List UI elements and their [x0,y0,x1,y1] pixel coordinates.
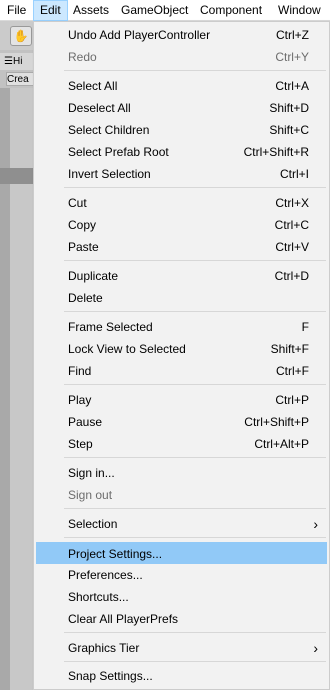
menu-item-sign-in[interactable]: Sign in... [36,462,327,484]
menu-item-graphics-tier[interactable]: Graphics Tier › [36,637,327,659]
hierarchy-menu-icon: ☰ [4,56,13,67]
menu-item-select-all[interactable]: Select All Ctrl+A [36,75,327,97]
menu-separator [64,311,326,312]
menu-separator [64,661,326,662]
create-button[interactable]: Crea [6,72,33,86]
menu-gameobject[interactable]: GameObject [121,0,188,21]
menu-separator [64,537,326,538]
menu-assets[interactable]: Assets [73,0,109,21]
menu-separator [64,457,326,458]
menu-item-undo[interactable]: Undo Add PlayerController Ctrl+Z [36,24,327,46]
menu-item-clear-playerprefs[interactable]: Clear All PlayerPrefs [36,608,327,630]
menu-item-deselect-all[interactable]: Deselect All Shift+D [36,97,327,119]
menu-separator [64,187,326,188]
menu-item-duplicate[interactable]: Duplicate Ctrl+D [36,265,327,287]
menu-item-project-settings[interactable]: Project Settings... [36,542,327,564]
menu-item-find[interactable]: Find Ctrl+F [36,360,327,382]
edit-menu-dropdown: Undo Add PlayerController Ctrl+Z Redo Ct… [33,21,330,690]
menu-item-play[interactable]: Play Ctrl+P [36,389,327,411]
menu-item-invert-selection[interactable]: Invert Selection Ctrl+I [36,163,327,185]
menu-item-sign-out: Sign out [68,488,113,502]
hierarchy-selected-row[interactable] [0,168,33,184]
menu-separator [64,632,326,633]
menu-item-snap-settings[interactable]: Snap Settings... [36,665,327,687]
menu-separator [64,260,326,261]
menu-item-lock-view[interactable]: Lock View to Selected Shift+F [36,338,327,360]
menu-separator [64,70,326,71]
menu-item-select-prefab-root[interactable]: Select Prefab Root Ctrl+Shift+R [36,141,327,163]
menu-bar: File Edit Assets GameObject Component Wi… [0,0,330,21]
menu-component[interactable]: Component [200,0,262,21]
menu-item-preferences[interactable]: Preferences... [36,564,327,586]
menu-item-frame-selected[interactable]: Frame Selected F [36,316,327,338]
hierarchy-tab-label: Hi [12,56,23,67]
menu-window[interactable]: Window [278,0,321,21]
hand-tool-icon[interactable]: ✋ [10,26,32,46]
menu-item-selection[interactable]: Selection › [36,513,327,535]
menu-separator [64,384,326,385]
menu-item-cut[interactable]: Cut Ctrl+X [36,192,327,214]
chevron-right-icon: › [313,640,318,656]
menu-separator [64,508,326,509]
menu-edit[interactable]: Edit [33,0,68,21]
menu-item-delete[interactable]: Delete [36,287,327,309]
menu-item-step[interactable]: Step Ctrl+Alt+P [36,433,327,455]
menu-item-copy[interactable]: Copy Ctrl+C [36,214,327,236]
chevron-right-icon: › [313,516,318,532]
menu-item-shortcuts[interactable]: Shortcuts... [36,586,327,608]
menu-item-paste[interactable]: Paste Ctrl+V [36,236,327,258]
menu-item-select-children[interactable]: Select Children Shift+C [36,119,327,141]
hierarchy-tab[interactable]: ☰Hi [0,53,33,70]
menu-file[interactable]: File [7,0,26,21]
menu-item-pause[interactable]: Pause Ctrl+Shift+P [36,411,327,433]
menu-item-redo: Redo Ctrl+Y [68,50,309,64]
